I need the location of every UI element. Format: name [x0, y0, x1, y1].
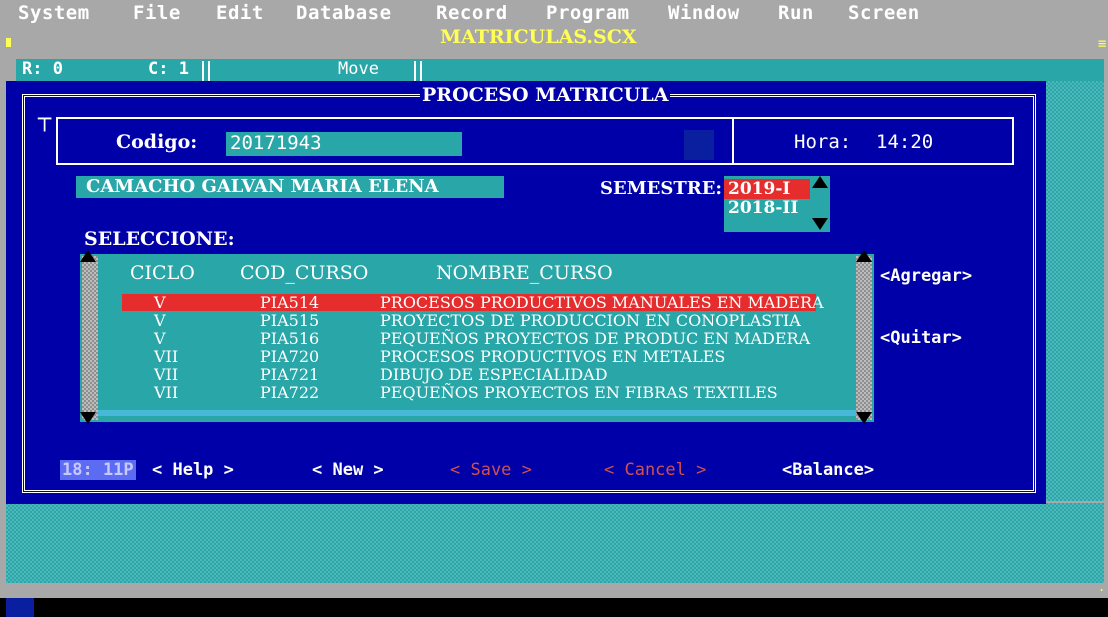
- semestre-label: SEMESTRE:: [600, 178, 723, 199]
- course-code: PIA722: [260, 383, 320, 402]
- balance-button[interactable]: <Balance>: [782, 460, 874, 480]
- scroll-up-icon[interactable]: [812, 176, 828, 188]
- course-name: DIBUJO DE ESPECIALIDAD: [380, 365, 608, 384]
- status-separator: [414, 61, 422, 81]
- course-ciclo: V: [154, 293, 166, 312]
- quitar-button[interactable]: <Quitar>: [880, 328, 962, 348]
- status-separator: [202, 61, 210, 81]
- header-divider: [732, 117, 734, 165]
- cancel-button[interactable]: < Cancel >: [604, 460, 706, 480]
- menu-record[interactable]: Record: [436, 2, 508, 24]
- cursor-block: [6, 598, 34, 617]
- semestre-option-selected[interactable]: 2019-I: [724, 179, 810, 199]
- course-code: PIA721: [260, 365, 320, 384]
- menu-bar: System File Edit Database Record Program…: [0, 0, 1108, 24]
- codigo-label: Codigo:: [116, 131, 198, 153]
- clock-indicator: 18: 11P: [60, 460, 136, 480]
- header-box: [56, 117, 1014, 165]
- menu-file[interactable]: File: [133, 2, 181, 24]
- scroll-down-icon[interactable]: [812, 218, 828, 230]
- course-ciclo: V: [154, 329, 166, 348]
- course-code: PIA720: [260, 347, 320, 366]
- header-block: [684, 130, 714, 160]
- left-marker: [6, 38, 11, 47]
- course-name: PROCESOS PRODUCTIVOS MANUALES EN MADERA: [380, 293, 824, 312]
- hora-value: 14:20: [876, 131, 934, 153]
- column-header-cod-curso: COD_CURSO: [240, 262, 369, 284]
- dialog-title: PROCESO MATRICULA: [420, 84, 671, 106]
- corner-marker: .: [1098, 580, 1106, 594]
- menu-screen[interactable]: Screen: [848, 2, 920, 24]
- frame-corner-marker: ┬: [38, 106, 52, 132]
- hora-label: Hora:: [794, 131, 852, 153]
- course-ciclo: V: [154, 311, 166, 330]
- list-bottom-bar: [98, 410, 856, 416]
- menu-database[interactable]: Database: [296, 2, 392, 24]
- course-ciclo: VII: [154, 347, 179, 366]
- status-col: C: 1: [148, 59, 189, 79]
- save-button[interactable]: < Save >: [450, 460, 532, 480]
- course-name: PROCESOS PRODUCTIVOS EN METALES: [380, 347, 726, 366]
- codigo-input[interactable]: 20171943: [226, 132, 462, 156]
- course-name: PEQUEÑOS PROYECTOS DE PRODUC EN MADERA: [380, 329, 811, 348]
- course-ciclo: VII: [154, 383, 179, 402]
- course-row[interactable]: VII PIA722 PEQUEÑOS PROYECTOS EN FIBRAS …: [122, 383, 816, 402]
- course-name: PROYECTOS DE PRODUCCION EN CONOPLASTIA: [380, 311, 801, 330]
- student-name-field: CAMACHO GALVAN MARIA ELENA: [76, 176, 504, 198]
- list-scrollbar-right[interactable]: [856, 256, 872, 420]
- status-row: R: 0: [22, 59, 63, 79]
- seleccione-label: SELECCIONE:: [84, 228, 235, 250]
- scroll-down-icon[interactable]: [856, 412, 872, 424]
- semestre-option[interactable]: 2018-II: [728, 198, 798, 218]
- menu-edit[interactable]: Edit: [216, 2, 264, 24]
- course-row[interactable]: VII PIA720 PROCESOS PRODUCTIVOS EN METAL…: [122, 347, 816, 366]
- menu-system[interactable]: System: [18, 2, 90, 24]
- new-button[interactable]: < New >: [312, 460, 384, 480]
- column-header-nombre-curso: NOMBRE_CURSO: [436, 262, 613, 284]
- course-ciclo: VII: [154, 365, 179, 384]
- course-row[interactable]: V PIA515 PROYECTOS DE PRODUCCION EN CONO…: [122, 311, 816, 330]
- scroll-up-icon[interactable]: [80, 250, 96, 262]
- course-code: PIA516: [260, 329, 320, 348]
- course-code: PIA515: [260, 311, 320, 330]
- column-header-ciclo: CICLO: [130, 262, 195, 284]
- course-row[interactable]: VII PIA721 DIBUJO DE ESPECIALIDAD: [122, 365, 816, 384]
- desktop-fill: [1046, 81, 1104, 501]
- course-row[interactable]: V PIA516 PEQUEÑOS PROYECTOS DE PRODUC EN…: [122, 329, 816, 348]
- course-code: PIA514: [260, 293, 320, 312]
- scroll-up-icon[interactable]: [856, 250, 872, 262]
- menu-run[interactable]: Run: [778, 2, 814, 24]
- help-button[interactable]: < Help >: [152, 460, 234, 480]
- status-line: R: 0 C: 1 Move: [16, 59, 1104, 81]
- menu-program[interactable]: Program: [546, 2, 630, 24]
- course-row[interactable]: V PIA514 PROCESOS PRODUCTIVOS MANUALES E…: [122, 293, 824, 312]
- window-title: MATRICULAS.SCX: [440, 26, 637, 48]
- right-marker: ≡: [1098, 36, 1107, 52]
- scroll-down-icon[interactable]: [80, 412, 96, 424]
- status-mode: Move: [338, 59, 379, 79]
- semestre-scrollbar[interactable]: [812, 176, 828, 232]
- list-scrollbar-left[interactable]: [82, 256, 98, 420]
- agregar-button[interactable]: <Agregar>: [880, 266, 972, 286]
- dos-status-bar: [0, 598, 1108, 617]
- desktop-fill: [6, 503, 1104, 583]
- course-name: PEQUEÑOS PROYECTOS EN FIBRAS TEXTILES: [380, 383, 778, 402]
- menu-window[interactable]: Window: [668, 2, 740, 24]
